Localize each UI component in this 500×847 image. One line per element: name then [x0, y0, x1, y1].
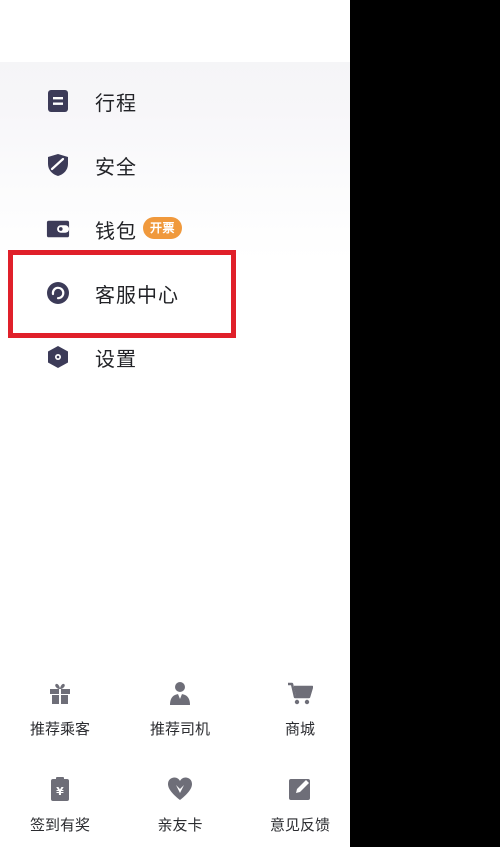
- side-drawer: 行程 安全 钱包 开票 客服中心 设置 推荐乘客 推荐司机 商城 ¥ 签到有奖 …: [0, 0, 350, 847]
- menu-item-label: 钱包: [95, 218, 137, 243]
- feedback-edit-icon: [287, 776, 313, 802]
- menu-item-label: 行程: [95, 90, 137, 115]
- trip-list-icon: [46, 89, 70, 113]
- settings-gear-icon: [46, 345, 70, 369]
- shortcut-label: 意见反馈: [269, 816, 330, 834]
- friends-heart-icon: [167, 776, 193, 802]
- shortcut-recommend-passenger[interactable]: 推荐乘客: [0, 680, 120, 739]
- menu-item-label: 安全: [95, 154, 137, 179]
- shortcut-label: 商城: [284, 720, 315, 738]
- shield-icon: [46, 153, 70, 177]
- shortcut-label: 推荐司机: [149, 720, 210, 738]
- menu-item-wallet[interactable]: 钱包 开票: [0, 204, 350, 254]
- svg-text:¥: ¥: [56, 785, 64, 798]
- invoice-badge[interactable]: 开票: [143, 217, 183, 239]
- gift-icon: [47, 680, 73, 706]
- menu-item-safety[interactable]: 安全: [0, 140, 350, 190]
- shortcut-feedback[interactable]: 意见反馈: [240, 776, 350, 835]
- menu-item-trips[interactable]: 行程: [0, 76, 350, 126]
- highlight-annotation-box: [8, 250, 236, 338]
- shopping-cart-icon: [287, 680, 314, 706]
- shortcut-mall[interactable]: 商城: [240, 680, 350, 739]
- shortcut-label: 推荐乘客: [29, 720, 90, 738]
- shortcut-recommend-driver[interactable]: 推荐司机: [120, 680, 240, 739]
- shortcut-label: 亲友卡: [157, 816, 203, 834]
- checkin-reward-icon: ¥: [47, 776, 73, 802]
- shortcut-friends-card[interactable]: 亲友卡: [120, 776, 240, 835]
- driver-person-icon: [167, 680, 193, 706]
- shortcut-checkin-reward[interactable]: ¥ 签到有奖: [0, 776, 120, 835]
- dimmed-overlay[interactable]: [350, 0, 500, 847]
- wallet-icon: [46, 217, 70, 241]
- shortcut-label: 签到有奖: [29, 816, 90, 834]
- menu-item-settings[interactable]: 设置: [0, 332, 350, 382]
- menu-item-label: 设置: [95, 346, 137, 371]
